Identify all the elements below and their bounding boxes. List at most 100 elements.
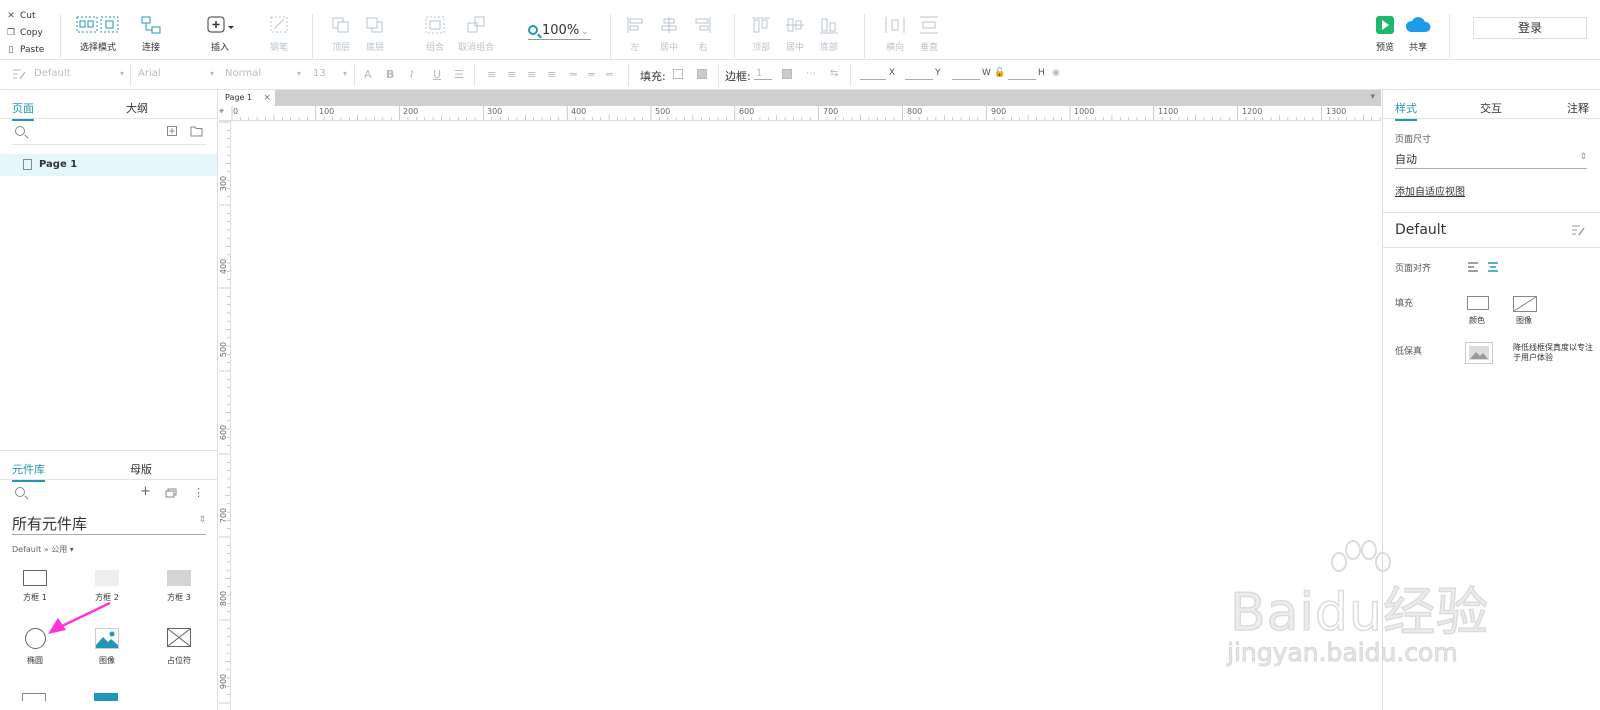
- library-breadcrumb[interactable]: Default » 公用 ▾: [12, 544, 74, 555]
- ruler-label: 900: [991, 107, 1007, 116]
- share-button[interactable]: 共享: [1404, 15, 1432, 53]
- align-bottom-button[interactable]: 底部: [816, 15, 842, 53]
- design-canvas[interactable]: [232, 121, 1381, 710]
- border-width-input[interactable]: 1: [756, 68, 762, 79]
- x-input[interactable]: [860, 79, 886, 80]
- divider: [628, 64, 629, 86]
- align-center-icon[interactable]: [1487, 262, 1499, 272]
- shadow-swatch[interactable]: [697, 69, 707, 79]
- w-input[interactable]: [952, 79, 980, 80]
- tab-pages[interactable]: 页面: [12, 100, 34, 121]
- align-center-button[interactable]: 居中: [656, 15, 682, 53]
- tab-interactions[interactable]: 交互: [1480, 100, 1502, 116]
- border-label: 边框:: [725, 70, 751, 83]
- page-size-select[interactable]: 自动 ⇕: [1395, 151, 1587, 169]
- library-folder-icon[interactable]: [165, 488, 177, 498]
- h-label: H: [1038, 68, 1045, 78]
- tab-library[interactable]: 元件库: [12, 461, 45, 482]
- page-tree-item-page1[interactable]: Page 1: [0, 154, 217, 176]
- font-select[interactable]: Arial ▾: [138, 68, 214, 79]
- align-left-button[interactable]: 左: [624, 15, 646, 53]
- justify-text-icon[interactable]: ≡: [547, 68, 556, 81]
- arrow-style-icon[interactable]: ⇆: [830, 68, 838, 79]
- bottom-layer-button[interactable]: 底层: [362, 15, 388, 53]
- more-vertical-icon[interactable]: ⋮: [193, 486, 204, 499]
- tab-outline[interactable]: 大纲: [126, 100, 148, 116]
- widget-box-1[interactable]: 方框 1: [10, 570, 60, 603]
- h-input[interactable]: [1008, 79, 1036, 80]
- border-style-icon[interactable]: ⋯: [806, 68, 816, 79]
- style-select[interactable]: Default ▾: [34, 68, 124, 79]
- valign-bottom-icon[interactable]: ═: [606, 68, 613, 81]
- bold-icon[interactable]: B: [386, 68, 394, 81]
- visibility-eye-icon[interactable]: ◉: [1052, 68, 1060, 78]
- cut-button[interactable]: ✕ Cut: [6, 11, 35, 21]
- tab-masters[interactable]: 母版: [130, 461, 152, 477]
- bullet-list-icon[interactable]: ☰: [454, 68, 464, 81]
- library-select[interactable]: 所有元件库 ⇕: [12, 513, 206, 535]
- divider: [130, 64, 131, 86]
- fill-image-icon[interactable]: [1513, 296, 1537, 312]
- align-text-left-icon[interactable]: ≡: [487, 68, 496, 81]
- connect-button[interactable]: 连接: [136, 15, 166, 53]
- low-fidelity-toggle-icon[interactable]: [1465, 342, 1493, 364]
- cloud-icon: [1405, 17, 1431, 32]
- valign-top-icon[interactable]: ═: [570, 68, 577, 81]
- widget-partial-button[interactable]: [94, 693, 118, 701]
- close-icon[interactable]: ×: [263, 93, 271, 103]
- y-input[interactable]: [905, 79, 933, 80]
- add-library-icon[interactable]: +: [140, 484, 151, 499]
- valign-middle-icon[interactable]: ═: [588, 68, 595, 81]
- align-right-button[interactable]: 右: [692, 15, 714, 53]
- tab-notes[interactable]: 注释: [1567, 100, 1589, 116]
- widget-box-3[interactable]: 方框 3: [154, 570, 204, 603]
- pen-icon: [270, 16, 288, 33]
- zoom-select[interactable]: 100% ⌄: [528, 23, 591, 40]
- low-fidelity-label: 低保真: [1395, 347, 1423, 357]
- widget-box-2[interactable]: 方框 2: [82, 570, 132, 603]
- login-button[interactable]: 登录: [1473, 17, 1587, 39]
- tab-page1[interactable]: Page 1 ×: [219, 90, 275, 106]
- tab-style[interactable]: 样式: [1395, 100, 1417, 121]
- widget-placeholder[interactable]: 占位符: [154, 628, 204, 666]
- border-color-swatch[interactable]: [782, 69, 792, 79]
- font-size-select[interactable]: 13 ▾: [313, 68, 347, 79]
- copy-button[interactable]: ❐ Copy: [6, 28, 43, 38]
- add-folder-icon[interactable]: [190, 125, 203, 137]
- group-button[interactable]: 组合: [422, 15, 448, 53]
- font-weight-select[interactable]: Normal ▾: [225, 68, 301, 79]
- watermark-url: jingyan.baidu.com: [1227, 638, 1459, 668]
- ruler-origin-icon[interactable]: ⌖: [219, 107, 224, 117]
- align-top-button[interactable]: 顶部: [748, 15, 774, 53]
- align-left-icon[interactable]: [1467, 262, 1479, 272]
- widget-partial[interactable]: [22, 693, 46, 701]
- add-adaptive-view-link[interactable]: 添加自适应视图: [1395, 183, 1465, 198]
- lock-icon[interactable]: 🔓: [994, 68, 1005, 78]
- align-middle-button[interactable]: 居中: [782, 15, 808, 53]
- style-edit-icon[interactable]: [1571, 224, 1585, 236]
- divider: [1383, 118, 1600, 119]
- align-text-center-icon[interactable]: ≡: [507, 68, 516, 81]
- preview-button[interactable]: 预览: [1371, 15, 1399, 53]
- top-layer-button[interactable]: 顶层: [328, 15, 354, 53]
- fill-color-swatch[interactable]: [673, 69, 683, 79]
- search-icon[interactable]: [15, 126, 25, 136]
- distribute-horizontal-button[interactable]: 横向: [882, 15, 908, 53]
- italic-icon[interactable]: I: [410, 68, 413, 81]
- fill-color-swatch[interactable]: [1467, 296, 1489, 310]
- distribute-vertical-button[interactable]: 垂直: [916, 15, 942, 53]
- send-to-back-icon: [366, 17, 383, 33]
- search-icon[interactable]: [15, 487, 25, 497]
- group-icon: [425, 16, 445, 34]
- point-button[interactable]: 钢笔: [266, 15, 292, 53]
- tab-overflow-chevron-icon[interactable]: ▾: [1370, 92, 1375, 102]
- paste-button[interactable]: ▯ Paste: [6, 45, 45, 55]
- select-mode-button[interactable]: 选择模式: [70, 15, 126, 53]
- horizontal-ruler: 0 100 200 300 400 500 600 700 800 900 10…: [219, 106, 1381, 121]
- add-page-icon[interactable]: [166, 125, 178, 137]
- align-text-right-icon[interactable]: ≡: [527, 68, 536, 81]
- ungroup-button[interactable]: 取消组合: [456, 15, 496, 53]
- font-color-icon[interactable]: A: [364, 68, 372, 81]
- underline-icon[interactable]: U: [433, 68, 441, 81]
- insert-button[interactable]: 插入: [200, 15, 240, 53]
